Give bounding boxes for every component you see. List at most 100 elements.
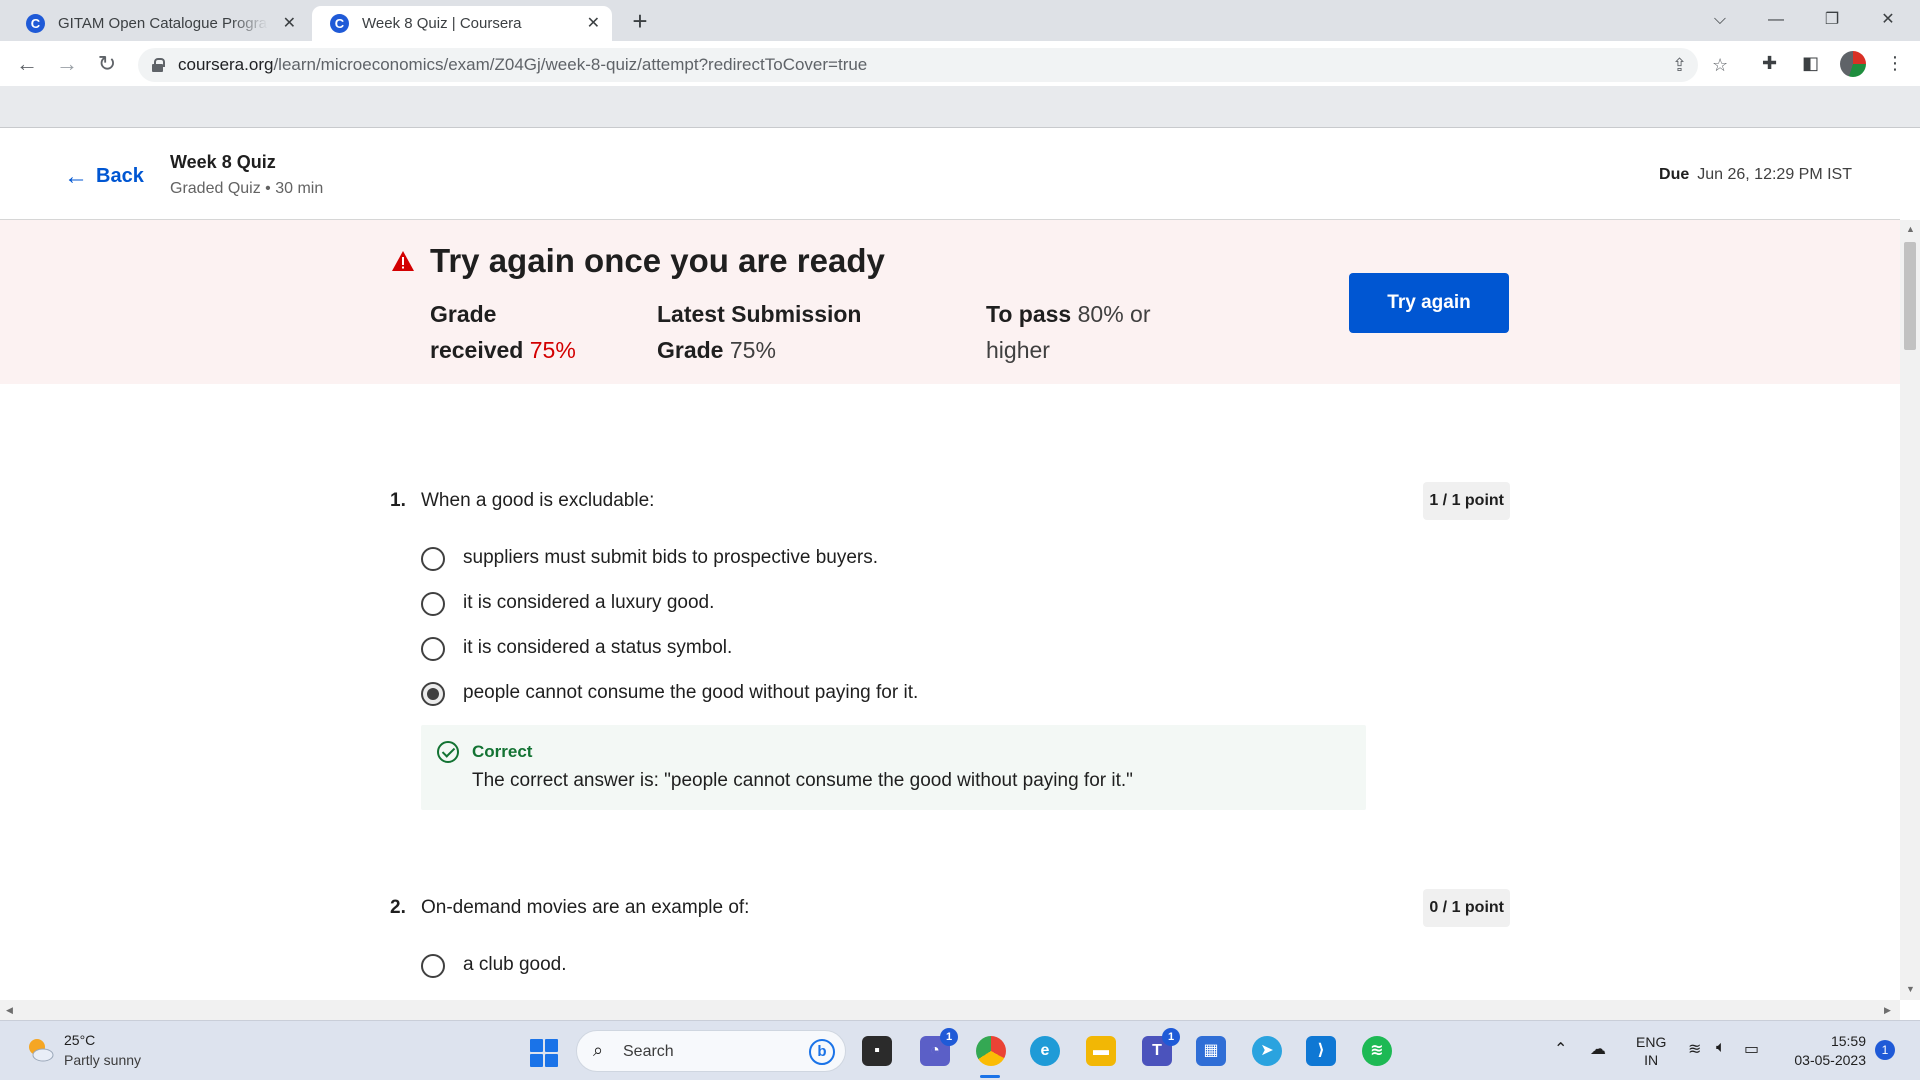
answer-feedback: Correct The correct answer is: "people c…	[421, 725, 1366, 810]
latest-submission-grade: Latest Submission Grade 75%	[657, 301, 862, 363]
grade-received-value: 75%	[529, 337, 576, 363]
weather-temperature[interactable]: 25°C	[64, 1032, 95, 1048]
vertical-scrollbar[interactable]: ▲ ▼	[1900, 220, 1920, 1000]
question-text: When a good is excludable:	[421, 490, 655, 511]
option-label: people cannot consume the good without p…	[463, 682, 919, 703]
url-text[interactable]: coursera.org/learn/microeconomics/exam/Z…	[178, 48, 867, 82]
telegram-icon[interactable]: ➤	[1252, 1036, 1282, 1066]
tab-week-8-quiz[interactable]: C Week 8 Quiz | Coursera ✕	[312, 6, 612, 41]
minimize-button[interactable]: —	[1756, 4, 1796, 36]
menu-kebab-icon[interactable]: ⋮	[1886, 53, 1904, 74]
edge-icon[interactable]: e	[1030, 1036, 1060, 1066]
battery-icon[interactable]: ▭	[1744, 1039, 1759, 1059]
back-arrow-icon: ←	[64, 163, 88, 190]
windows-taskbar: 25°C Partly sunny ⌕ Search b ▪ ◔ 1 e ▬ T1…	[0, 1020, 1920, 1080]
option-label: suppliers must submit bids to prospectiv…	[463, 547, 879, 568]
question-2: 2. On-demand movies are an example of: 0…	[390, 889, 1510, 997]
question-1: 1. When a good is excludable: 1 / 1 poin…	[390, 482, 1510, 820]
result-banner: Try again once you are ready Grade recei…	[0, 220, 1900, 384]
radio-button[interactable]	[421, 592, 445, 616]
option-label: it is considered a luxury good.	[463, 592, 715, 613]
back-arrow-icon[interactable]: ←	[10, 47, 44, 81]
onedrive-cloud-icon[interactable]: ☁	[1590, 1039, 1606, 1059]
taskbar-search[interactable]: ⌕ Search b	[576, 1030, 846, 1072]
windows-start-icon[interactable]	[530, 1039, 558, 1067]
notification-badge: 1	[940, 1028, 958, 1046]
tab-search-chevron-icon[interactable]: ⌵	[1700, 4, 1740, 36]
scroll-left-arrow-icon[interactable]: ◀	[6, 1005, 13, 1016]
window-close-button[interactable]: ✕	[1868, 4, 1908, 36]
microsoft-store-icon[interactable]: ▦	[1196, 1036, 1226, 1066]
language-indicator[interactable]: ENG IN	[1636, 1033, 1666, 1069]
active-app-indicator	[980, 1075, 1000, 1078]
check-circle-icon	[437, 741, 459, 763]
quiz-header: ← Back Week 8 Quiz Graded Quiz • 30 min D…	[0, 129, 1900, 220]
bookmark-star-icon[interactable]: ☆	[1712, 48, 1728, 82]
scroll-up-arrow-icon[interactable]: ▲	[1906, 224, 1915, 234]
coursera-favicon-icon: C	[330, 14, 349, 33]
spotify-icon[interactable]: ≋	[1362, 1036, 1392, 1066]
tab-title: GITAM Open Catalogue Program	[58, 15, 268, 32]
notification-center-badge[interactable]: 1	[1875, 1040, 1895, 1060]
radio-button[interactable]	[421, 954, 445, 978]
new-tab-button[interactable]: +	[625, 6, 655, 36]
system-clock[interactable]: 15:59 03-05-2023	[1786, 1032, 1866, 1070]
forward-arrow-icon[interactable]: →	[50, 47, 84, 81]
teams-icon[interactable]: T1	[1142, 1028, 1180, 1066]
close-icon[interactable]: ✕	[587, 6, 600, 41]
notification-badge: 1	[1162, 1028, 1180, 1046]
restore-button[interactable]: ❐	[1812, 4, 1852, 36]
question-number: 2.	[390, 897, 406, 918]
quiz-subtitle: Graded Quiz • 30 min	[170, 180, 324, 197]
latest-grade-value: 75%	[729, 337, 776, 363]
radio-button[interactable]	[421, 547, 445, 571]
extensions-puzzle-icon[interactable]: ✚	[1762, 53, 1777, 74]
lock-icon[interactable]	[152, 58, 165, 72]
pass-requirement: To pass 80% or higher	[986, 301, 1151, 363]
points-badge: 1 / 1 point	[1423, 482, 1510, 520]
quiz-title: Week 8 Quiz	[170, 152, 276, 172]
share-icon[interactable]: ⇪	[1672, 48, 1687, 82]
grade-received: Grade received 75%	[430, 301, 576, 363]
vscode-icon[interactable]: ⟩	[1306, 1036, 1336, 1066]
warning-icon	[392, 251, 414, 271]
option-label: a club good.	[463, 954, 567, 975]
scrollbar-thumb[interactable]	[1904, 242, 1916, 350]
due-date: Due Jun 26, 12:29 PM IST	[1659, 166, 1852, 183]
radio-button[interactable]	[421, 637, 445, 661]
close-icon[interactable]: ✕	[283, 6, 296, 41]
bing-icon[interactable]: b	[809, 1039, 835, 1065]
tab-title: Week 8 Quiz | Coursera	[362, 15, 522, 32]
search-label: Search	[623, 1043, 674, 1060]
horizontal-scrollbar[interactable]: ◀ ▶	[0, 1000, 1900, 1020]
wifi-icon[interactable]: ≋	[1688, 1039, 1701, 1059]
reload-icon[interactable]: ↻	[90, 47, 124, 81]
question-text: On-demand movies are an example of:	[421, 897, 750, 918]
scroll-right-arrow-icon[interactable]: ▶	[1884, 1005, 1891, 1016]
banner-title: Try again once you are ready	[430, 242, 885, 279]
tray-chevron-up-icon[interactable]: ⌃	[1554, 1039, 1567, 1059]
weather-description[interactable]: Partly sunny	[64, 1052, 141, 1068]
back-link[interactable]: ← Back	[64, 163, 144, 191]
radio-button-selected[interactable]	[421, 682, 445, 706]
browser-tab-strip: C GITAM Open Catalogue Program ✕ C Week …	[0, 0, 1920, 41]
feedback-title: Correct	[472, 742, 533, 761]
scroll-down-arrow-icon[interactable]: ▼	[1906, 984, 1915, 994]
tab-gitam[interactable]: C GITAM Open Catalogue Program ✕	[8, 6, 308, 41]
task-view-icon[interactable]: ▪	[862, 1036, 892, 1066]
meet-chat-icon[interactable]: ◔ 1	[920, 1028, 958, 1066]
search-icon: ⌕	[593, 1040, 604, 1060]
chrome-icon[interactable]	[976, 1036, 1006, 1066]
partly-sunny-icon[interactable]	[26, 1036, 54, 1064]
address-bar[interactable]: coursera.org/learn/microeconomics/exam/Z…	[138, 48, 1728, 82]
question-number: 1.	[390, 490, 406, 511]
profile-avatar[interactable]	[1840, 51, 1866, 77]
points-badge: 0 / 1 point	[1423, 889, 1510, 927]
side-panel-icon[interactable]: ◧	[1802, 53, 1819, 74]
volume-icon[interactable]: 🔈︎	[1716, 1039, 1726, 1057]
try-again-button[interactable]: Try again	[1349, 273, 1509, 333]
coursera-favicon-icon: C	[26, 14, 45, 33]
file-explorer-icon[interactable]: ▬	[1086, 1036, 1116, 1066]
feedback-text: The correct answer is: "people cannot co…	[472, 770, 1133, 791]
option-label: it is considered a status symbol.	[463, 637, 733, 658]
